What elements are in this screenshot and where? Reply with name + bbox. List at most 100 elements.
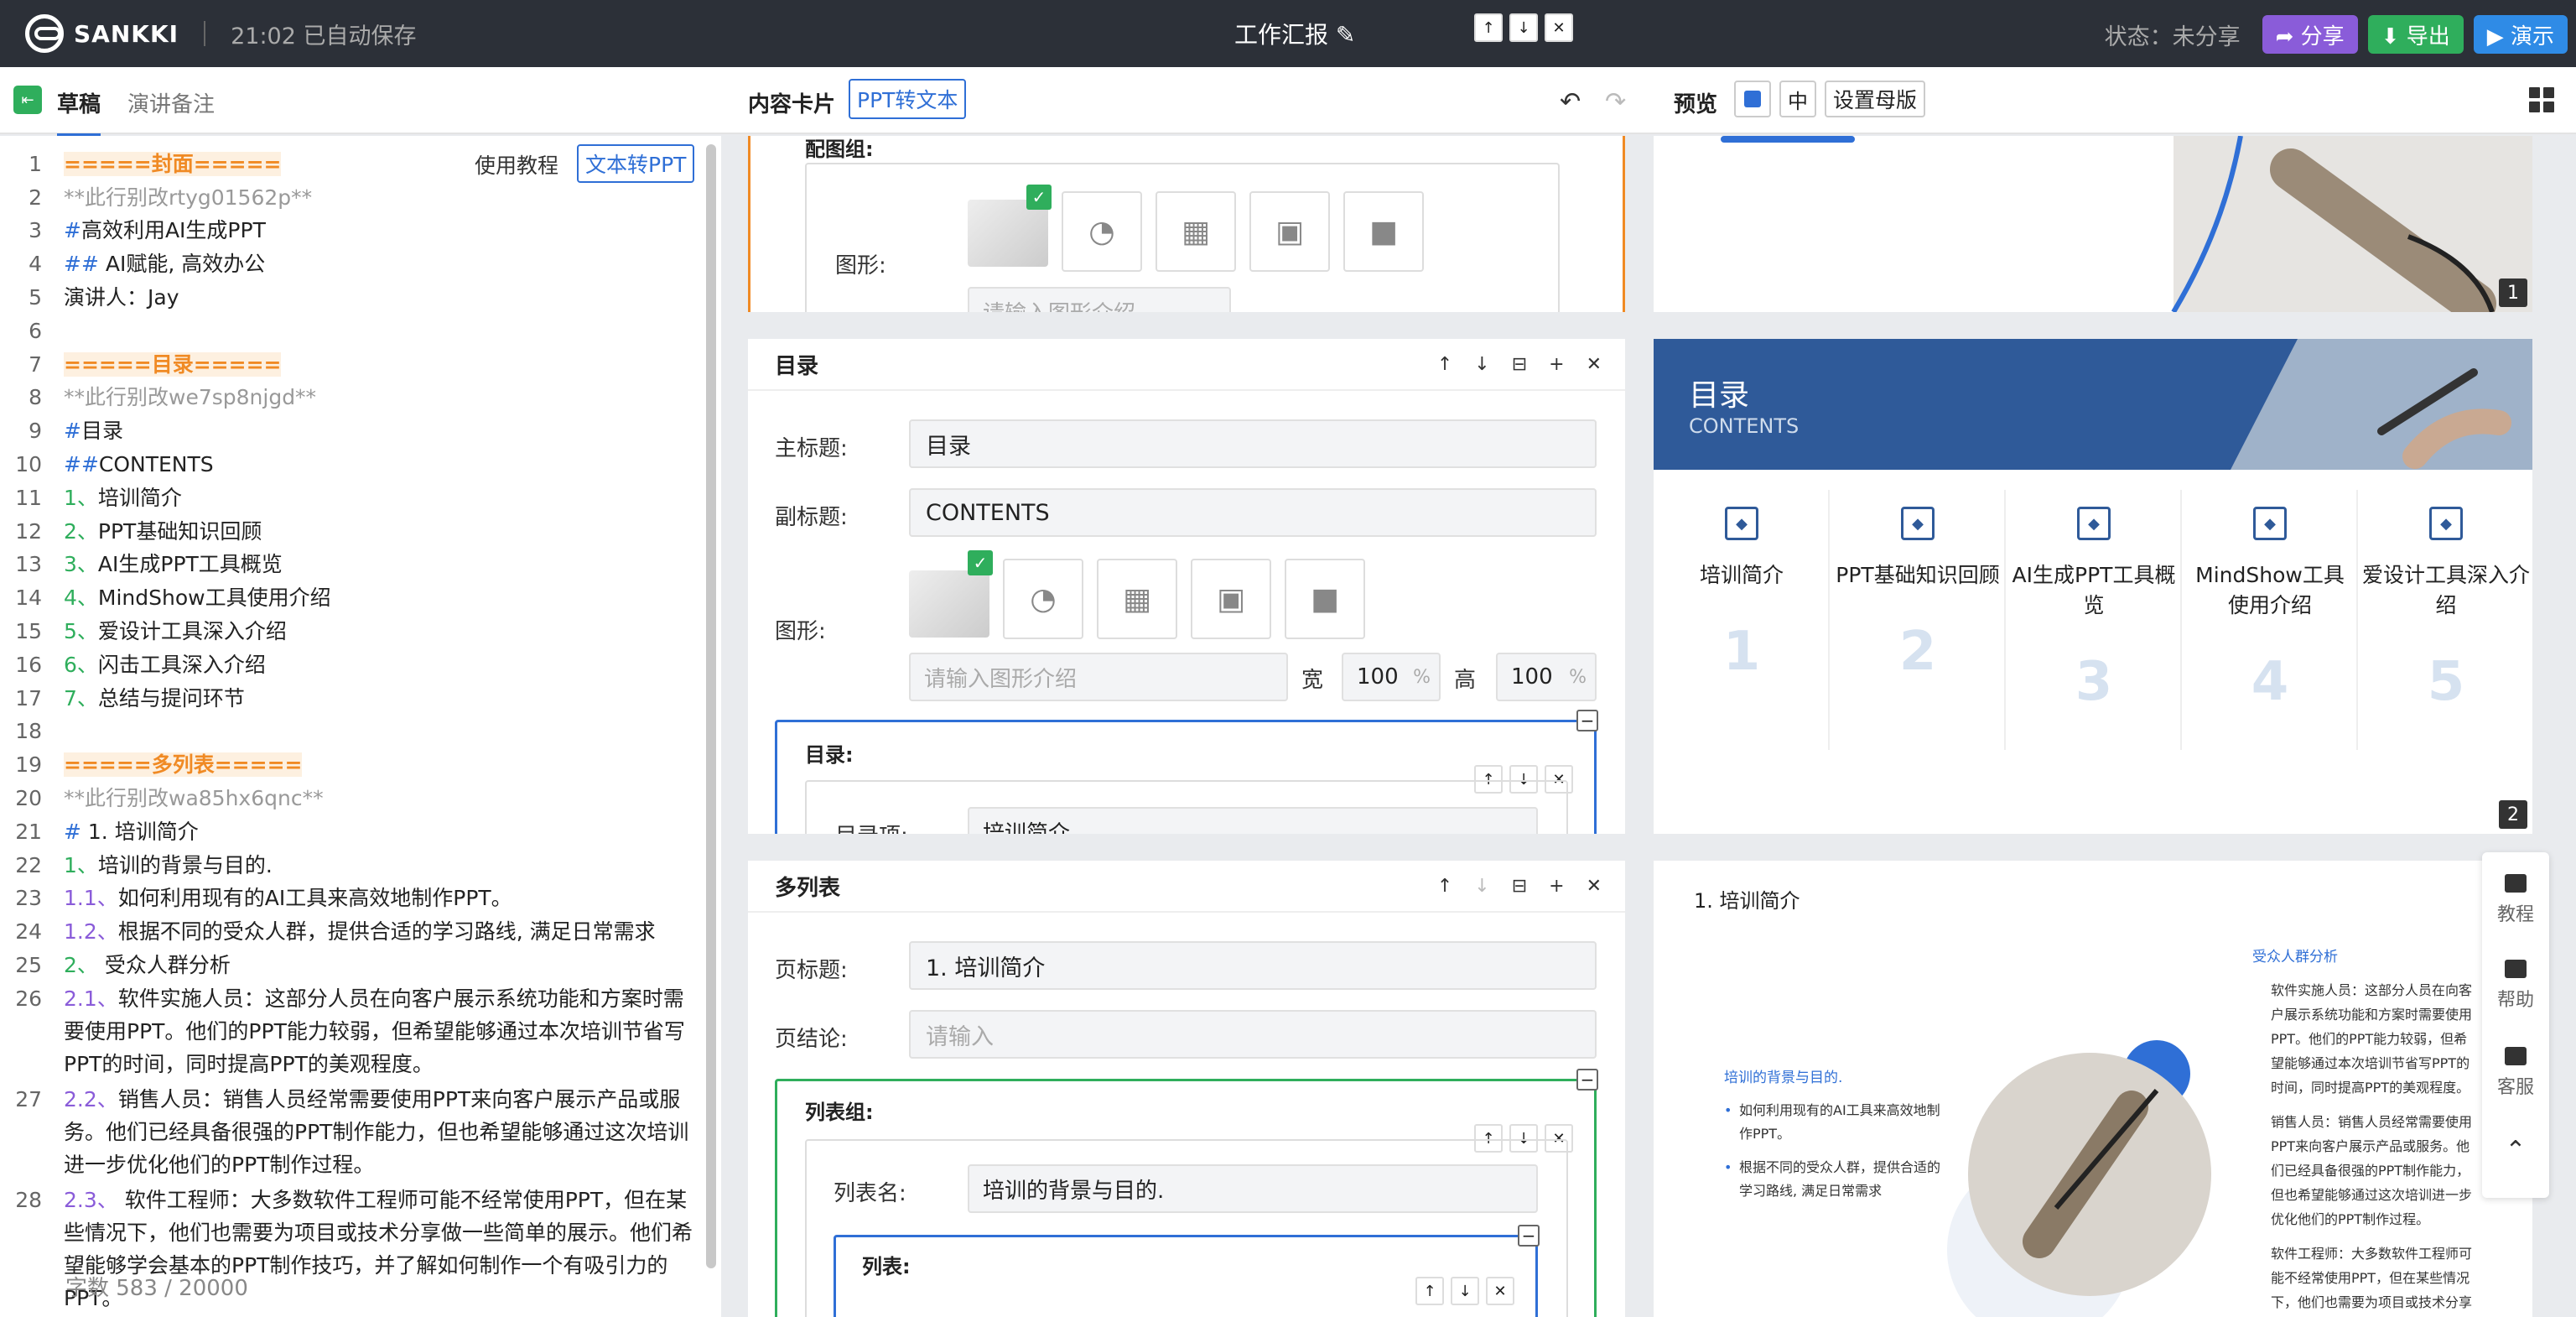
layout-grid-icon[interactable] xyxy=(2529,87,2554,112)
toc-slide-item: ◆ PPT基础知识回顾 2 xyxy=(1834,507,2002,683)
tab-draft[interactable]: 草稿 xyxy=(57,87,101,137)
main-title-label: 主标题: xyxy=(775,436,848,461)
redo-icon[interactable]: ↷ xyxy=(1605,87,1626,117)
support-side-label: 客服 xyxy=(2496,1077,2534,1098)
list-item: 软件实施人员：这部分人员在向客户展示系统功能和方案时需要使用PPT。他们的PPT… xyxy=(2271,982,2473,1096)
width-input[interactable]: 100% xyxy=(1342,653,1441,701)
pie-chart-icon[interactable]: ◔ xyxy=(1003,559,1083,639)
collapse-group-icon[interactable]: − xyxy=(1576,710,1598,731)
share-status: 状态：未分享 xyxy=(2104,23,2241,50)
move-down-icon[interactable]: ↓ xyxy=(1474,354,1489,375)
ppt-to-text-button[interactable]: PPT转文本 xyxy=(849,79,967,119)
collapse-icon[interactable]: ⊟ xyxy=(1512,354,1527,375)
present-button[interactable]: ▶ 演示 xyxy=(2473,15,2568,54)
add-icon[interactable]: + xyxy=(1549,876,1564,897)
slide-preview-3[interactable]: 1. 培训简介 培训的背景与目的. • 如何利用现有的AI工具来高效地制作PPT。… xyxy=(1654,861,2532,1317)
chevron-up-icon: ⌃ xyxy=(2505,1136,2527,1165)
delete-icon[interactable]: ✕ xyxy=(1486,1277,1514,1305)
code-icon[interactable]: ▣ xyxy=(1191,559,1271,639)
line-text: 1、培训简介 xyxy=(64,486,182,510)
markdown-editor[interactable]: 1 =====封面===== 2 **此行别改rtyg01562p** 3 #高效利用AI… xyxy=(0,136,721,1317)
theme-color-button[interactable] xyxy=(1734,81,1771,117)
height-value: 100 xyxy=(1511,664,1553,690)
table-icon[interactable]: ▦ xyxy=(1156,191,1236,272)
page-title-input[interactable]: 1. 培训简介 xyxy=(909,941,1597,990)
toc-item-icon: ◆ xyxy=(1901,507,1935,540)
image-group-title: 配图组: xyxy=(805,138,874,161)
line-text: 3、AI生成PPT工具概览 xyxy=(64,552,283,576)
collapse-icon[interactable]: ⊟ xyxy=(1512,876,1527,897)
tutorial-side-button[interactable]: 教程 xyxy=(2482,874,2549,926)
tutorial-link[interactable]: 使用教程 xyxy=(475,149,558,180)
line-text: =====目录===== xyxy=(64,352,282,377)
language-button[interactable]: 中 xyxy=(1779,81,1816,117)
list-name-input[interactable]: 培训的背景与目的. xyxy=(968,1164,1538,1213)
line-number: 14 xyxy=(15,586,42,610)
table-icon[interactable]: ▦ xyxy=(1097,559,1177,639)
code-icon[interactable]: ▣ xyxy=(1249,191,1330,272)
line-number: 3 xyxy=(29,218,42,242)
divider xyxy=(2356,490,2358,750)
help-side-panel: 教程 帮助 客服 ⌃ xyxy=(2482,852,2549,1198)
close-icon[interactable]: ✕ xyxy=(1587,354,1602,375)
multi-list-card-controls: ↑ ↓ ⊟ + ✕ xyxy=(1437,876,1602,897)
move-up-icon[interactable]: ↑ xyxy=(1415,1277,1444,1305)
toc-item-label: 爱设计工具深入介绍 xyxy=(2362,563,2531,617)
shape-thumb-image[interactable] xyxy=(968,200,1048,267)
line-text: 6、闪击工具深入介绍 xyxy=(64,653,266,677)
collapse-group-icon[interactable]: − xyxy=(1576,1069,1598,1091)
close-icon[interactable]: ✕ xyxy=(1587,876,1602,897)
line-text: 1.2、根据不同的受众人群，提供合适的学习路线, 满足日常需求 xyxy=(64,919,656,944)
undo-icon[interactable]: ↶ xyxy=(1560,87,1581,117)
scroll-top-button[interactable]: ⌃ xyxy=(2482,1136,2549,1165)
move-up-icon[interactable]: ↑ xyxy=(1437,354,1452,375)
page-conclusion-input[interactable]: 请输入 xyxy=(909,1010,1597,1059)
doc-icon xyxy=(2505,960,2527,978)
line-number: 2 xyxy=(29,185,42,210)
pie-chart-icon[interactable]: ◔ xyxy=(1062,191,1142,272)
slide-preview-1[interactable]: 1 xyxy=(1654,136,2532,312)
shape-thumb-image[interactable] xyxy=(909,570,989,638)
shape-desc-input[interactable]: 请输入图形介绍 xyxy=(909,653,1288,701)
slide-preview-2[interactable]: 目录 CONTENTS ◆ 培训简介 1 ◆ PPT基础知识回顾 2 ◆ AI生成PPT工具概… xyxy=(1654,339,2532,834)
cover-decoration xyxy=(1721,136,2532,312)
support-side-button[interactable]: 客服 xyxy=(2482,1047,2549,1099)
subtitle-input[interactable]: CONTENTS xyxy=(909,488,1597,537)
main-title-input[interactable]: 目录 xyxy=(909,419,1597,468)
toc-item-number: 1 xyxy=(1722,621,1761,683)
move-down-icon[interactable]: ↓ xyxy=(1474,876,1489,897)
logo[interactable]: SANKKI xyxy=(25,14,179,53)
export-button[interactable]: ⬇ 导出 xyxy=(2367,15,2464,54)
collapse-list-icon[interactable]: − xyxy=(1518,1225,1540,1247)
line-text: **此行别改we7sp8njgd** xyxy=(64,385,317,409)
share-button[interactable]: ➦ 分享 xyxy=(2262,15,2358,54)
logo-icon xyxy=(25,14,64,53)
height-input[interactable]: 100% xyxy=(1496,653,1597,701)
editor-scrollbar[interactable] xyxy=(706,144,716,1268)
list-name-label: 列表名: xyxy=(834,1181,906,1206)
line-number: 7 xyxy=(29,352,42,377)
toc-item-number: 2 xyxy=(1898,621,1937,683)
document-title[interactable]: 工作汇报 ✎ xyxy=(1234,17,1355,50)
shape-label: 图形: xyxy=(775,619,826,644)
tab-speaker-notes[interactable]: 演讲备注 xyxy=(127,87,215,118)
percent-unit: % xyxy=(1413,666,1431,688)
move-up-icon[interactable]: ↑ xyxy=(1437,876,1452,897)
move-down-icon[interactable]: ↓ xyxy=(1451,1277,1479,1305)
text-to-ppt-button[interactable]: 文本转PPT xyxy=(577,144,695,183)
multi-list-card: 多列表 ↑ ↓ ⊟ + ✕ 页标题: 1. 培训简介 页结论: 请输入 − 列表组: ↑… xyxy=(748,861,1625,1317)
collapse-panel-button[interactable]: ⇤ xyxy=(13,86,42,114)
page-title-label: 页标题: xyxy=(775,958,848,983)
help-side-button[interactable]: 帮助 xyxy=(2482,960,2549,1012)
toc-slide-item: ◆ MindShow工具使用介绍 4 xyxy=(2186,507,2354,713)
toc-item-input[interactable]: 培训简介 xyxy=(968,807,1538,834)
video-icon[interactable]: ■ xyxy=(1343,191,1424,272)
add-icon[interactable]: + xyxy=(1549,354,1564,375)
shape-desc-input[interactable]: 请输入图形介绍 xyxy=(968,287,1231,312)
set-master-button[interactable]: 设置母版 xyxy=(1825,81,1926,117)
video-icon[interactable]: ■ xyxy=(1285,559,1365,639)
list-item: • 根据不同的受众人群，提供合适的学习路线, 满足日常需求 xyxy=(1724,1159,1941,1199)
toc-slide-item: ◆ AI生成PPT工具概览 3 xyxy=(2010,507,2178,713)
autosave-status: 21:02 已自动保存 xyxy=(231,23,417,49)
line-text: 2.1、软件实施人员：这部分人员在向客户展示系统功能和方案时需要使用PPT。他们… xyxy=(64,986,685,1076)
